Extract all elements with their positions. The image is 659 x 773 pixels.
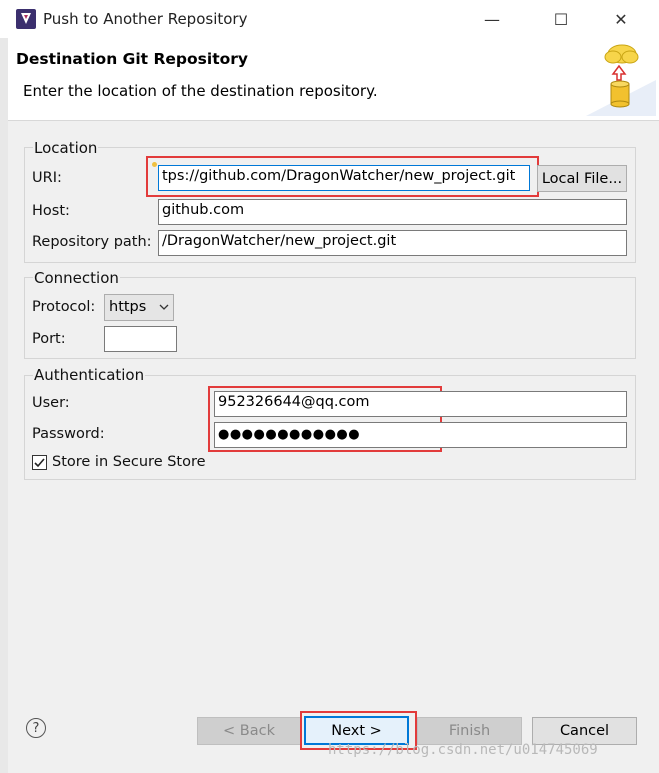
location-group-label: Location — [33, 139, 99, 157]
protocol-select[interactable]: https — [104, 294, 174, 321]
window-title: Push to Another Repository — [43, 10, 248, 28]
eclipse-icon — [16, 9, 36, 29]
watermark-text: https://blog.csdn.net/u014745069 — [328, 742, 598, 758]
page-title: Destination Git Repository — [16, 50, 249, 68]
protocol-select-value: https — [109, 299, 147, 315]
protocol-label: Protocol: — [32, 299, 96, 315]
user-label: User: — [32, 395, 70, 411]
page-description: Enter the location of the destination re… — [23, 82, 378, 100]
uri-label: URI: — [32, 170, 62, 186]
password-input[interactable]: ●●●●●●●●●●●● — [214, 422, 627, 448]
connection-group-label: Connection — [33, 269, 120, 287]
back-button[interactable]: < Back — [197, 717, 301, 745]
help-button[interactable]: ? — [26, 718, 46, 738]
port-input[interactable] — [104, 326, 177, 352]
local-file-button[interactable]: Local File... — [537, 165, 627, 192]
minimize-button[interactable]: — — [469, 0, 515, 38]
uri-input[interactable]: tps://github.com/DragonWatcher/new_proje… — [158, 165, 530, 191]
chevron-down-icon — [159, 304, 169, 310]
repository-path-input[interactable]: /DragonWatcher/new_project.git — [158, 230, 627, 256]
close-icon: ✕ — [614, 9, 628, 29]
cancel-button[interactable]: Cancel — [532, 717, 637, 745]
maximize-button[interactable]: ☐ — [538, 0, 584, 38]
user-input[interactable]: 952326644@qq.com — [214, 391, 627, 417]
host-input[interactable]: github.com — [158, 199, 627, 225]
store-secure-checkbox[interactable] — [32, 455, 47, 470]
port-label: Port: — [32, 331, 66, 347]
maximize-icon: ☐ — [553, 9, 569, 29]
background-editor-strip — [0, 38, 8, 773]
store-secure-label: Store in Secure Store — [52, 454, 206, 470]
next-button[interactable]: Next > — [304, 716, 409, 745]
git-push-banner-icon — [586, 44, 656, 116]
content-assist-bulb-icon — [152, 162, 157, 167]
checkmark-icon — [34, 458, 45, 468]
close-button[interactable]: ✕ — [598, 0, 644, 38]
repository-path-label: Repository path: — [32, 234, 152, 250]
finish-button[interactable]: Finish — [417, 717, 522, 745]
authentication-group-label: Authentication — [33, 366, 146, 384]
help-icon: ? — [32, 720, 40, 736]
title-bar: Push to Another Repository — ☐ ✕ — [0, 0, 659, 39]
wizard-header: Destination Git Repository Enter the loc… — [8, 38, 659, 121]
minimize-icon: — — [484, 9, 500, 29]
password-label: Password: — [32, 426, 105, 442]
host-label: Host: — [32, 203, 70, 219]
